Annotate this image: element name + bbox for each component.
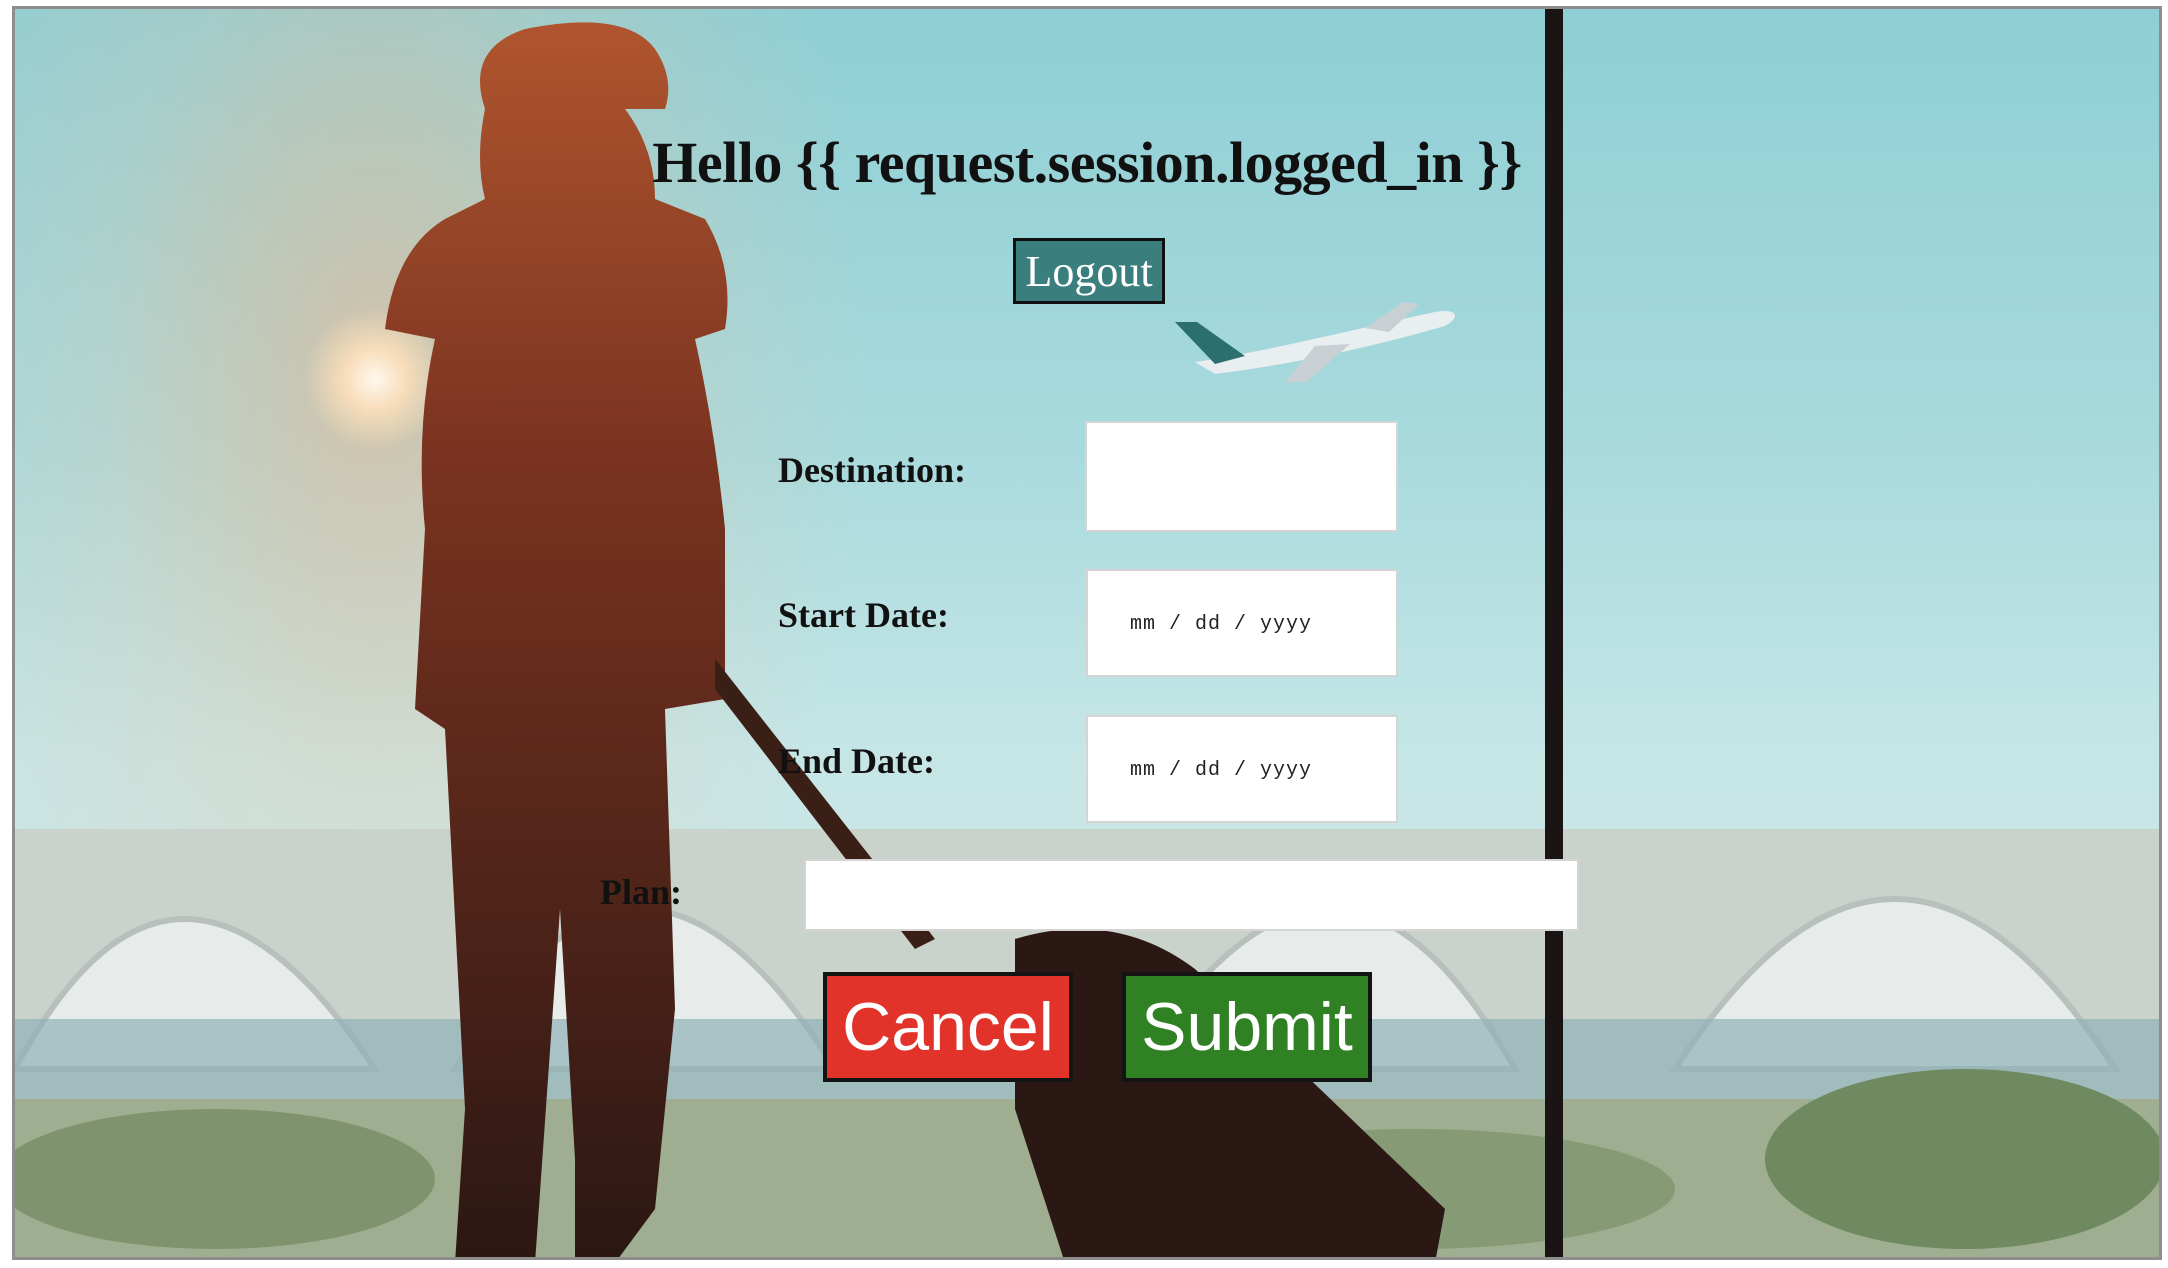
start-date-input[interactable]: mm / dd / yyyy bbox=[1086, 569, 1398, 677]
destination-label: Destination: bbox=[778, 450, 966, 490]
start-date-label: Start Date: bbox=[778, 595, 949, 635]
start-date-placeholder: mm / dd / yyyy bbox=[1130, 613, 1313, 636]
page-frame: Hello {{ request.session.logged_in }} Lo… bbox=[12, 6, 2162, 1260]
end-date-label: End Date: bbox=[778, 741, 936, 781]
destination-input[interactable] bbox=[1085, 421, 1398, 532]
end-date-placeholder: mm / dd / yyyy bbox=[1130, 759, 1313, 782]
page-title: Hello {{ request.session.logged_in }} bbox=[652, 130, 1522, 195]
cancel-button[interactable]: Cancel bbox=[823, 972, 1073, 1082]
logout-button[interactable]: Logout bbox=[1013, 238, 1165, 304]
submit-button[interactable]: Submit bbox=[1122, 972, 1372, 1082]
end-date-input[interactable]: mm / dd / yyyy bbox=[1086, 715, 1398, 823]
plan-label: Plan: bbox=[600, 872, 683, 912]
plan-input[interactable] bbox=[804, 859, 1579, 931]
